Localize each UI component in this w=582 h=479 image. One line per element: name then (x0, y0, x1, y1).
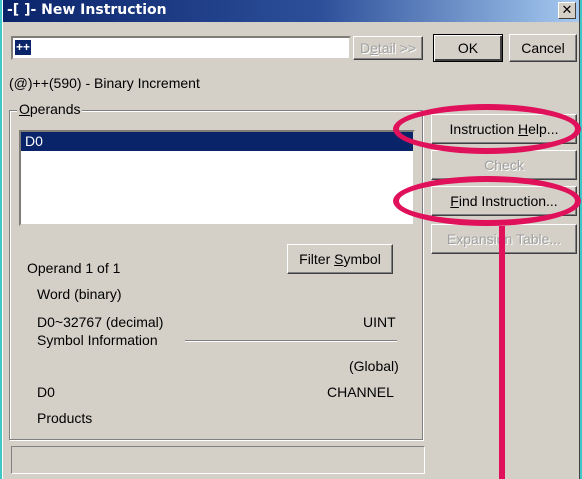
cancel-label: Cancel (521, 40, 565, 56)
status-bar (11, 446, 425, 474)
operand-count: Operand 1 of 1 (27, 260, 121, 276)
new-instruction-dialog: -[ ]- New Instruction ✕ ++ Detail >> OK … (2, 0, 581, 479)
highlight-ring-instruction-help (393, 104, 581, 154)
title-bar[interactable]: -[ ]- New Instruction ✕ (3, 0, 579, 22)
operand-type: Word (binary) (37, 286, 122, 302)
symbol-info-divider (185, 340, 397, 342)
filter-symbol-suffix: ymbol (343, 251, 381, 267)
operands-accel: O (19, 101, 30, 117)
filter-symbol-prefix: Filter (299, 251, 335, 267)
detail-label-prefix: D (359, 40, 371, 56)
highlight-pointer-line (499, 226, 505, 479)
ok-label: OK (457, 40, 479, 56)
highlight-ring-find-instruction (393, 176, 581, 226)
instruction-description: (@)++(590) - Binary Increment (9, 75, 200, 91)
close-button[interactable]: ✕ (558, 2, 576, 19)
symbol-scope: (Global) (349, 358, 399, 374)
operands-label-text: perands (29, 101, 81, 117)
close-icon: ✕ (561, 3, 573, 18)
filter-symbol-button[interactable]: Filter Symbol (287, 244, 393, 274)
symbol-name: D0 (37, 384, 55, 400)
operand-list[interactable]: D0 (19, 130, 415, 226)
window-title: -[ ]- New Instruction (7, 2, 167, 18)
operand-data-type: UINT (363, 314, 396, 330)
symbol-comment: Products (37, 410, 93, 426)
detail-label-suffix: tail >> (377, 40, 417, 56)
ok-button[interactable]: OK (433, 34, 503, 62)
instruction-input-value: ++ (15, 40, 32, 55)
operand-range: D0~32767 (decimal) (37, 314, 164, 330)
symbol-info-label: Symbol Information (37, 332, 158, 348)
cancel-button[interactable]: Cancel (509, 34, 577, 62)
symbol-kind: CHANNEL (327, 384, 394, 400)
operand-list-item-label: D0 (25, 133, 43, 149)
check-label: Check (484, 157, 524, 173)
operands-group-label: Operands (17, 101, 83, 117)
detail-button[interactable]: Detail >> (353, 36, 423, 60)
operand-list-item[interactable]: D0 (21, 132, 413, 151)
instruction-input[interactable]: ++ (11, 36, 351, 60)
detail-label-accel: e (370, 40, 378, 56)
